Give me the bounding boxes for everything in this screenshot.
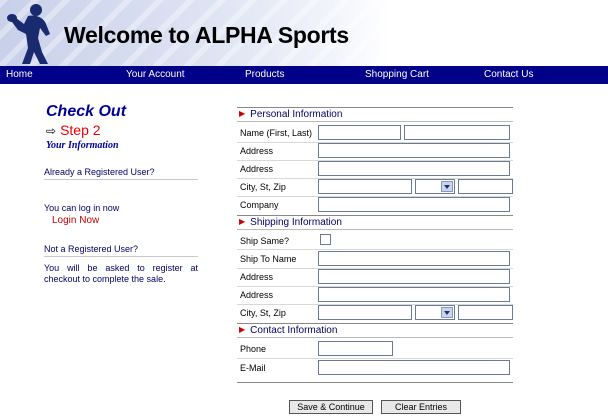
name-label: Name (First, Last)	[240, 128, 313, 138]
ship-city-label: City, St, Zip	[240, 308, 286, 318]
ship-same-label: Ship Same?	[240, 236, 290, 246]
address2-input[interactable]	[318, 161, 510, 176]
divider	[44, 179, 198, 180]
registered-question: Already a Registered User?	[44, 167, 155, 177]
triangle-right-icon: ▶	[239, 217, 246, 226]
section-rule	[237, 215, 513, 216]
ship-address2-label: Address	[240, 290, 274, 300]
site-title: Welcome to ALPHA Sports	[64, 22, 349, 48]
nav-your-account[interactable]: Your Account	[126, 69, 185, 80]
discus-thrower-logo-icon	[7, 4, 50, 65]
ship-address1-label: Address	[240, 272, 274, 282]
state-select[interactable]	[415, 179, 455, 194]
divider	[44, 256, 198, 257]
triangle-right-icon: ▶	[239, 325, 246, 334]
personal-info-heading: ▶ Personal Information	[239, 109, 342, 120]
header-banner: Welcome to ALPHA Sports	[0, 0, 608, 66]
register-note: You will be asked to register at checkou…	[44, 263, 198, 284]
shipping-info-heading: ▶ Shipping Information	[239, 217, 342, 228]
top-nav: Home Your Account Products Shopping Cart…	[0, 66, 608, 84]
step-label: Step 2	[60, 122, 101, 138]
section-rule	[237, 337, 513, 338]
row-divider	[237, 249, 513, 250]
phone-input[interactable]	[318, 341, 393, 356]
section-subtitle: Your Information	[46, 140, 119, 151]
ship-zip-input[interactable]	[458, 305, 513, 320]
chevron-down-icon	[441, 307, 453, 318]
chevron-down-icon	[441, 181, 453, 192]
last-name-input[interactable]	[404, 125, 510, 140]
personal-info-heading-text: Personal Information	[250, 109, 343, 120]
section-rule	[237, 107, 513, 108]
ship-state-select[interactable]	[415, 305, 455, 320]
company-label: Company	[240, 200, 279, 210]
clear-entries-button[interactable]: Clear Entries	[381, 400, 461, 414]
phone-label: Phone	[240, 344, 267, 354]
address2-label: Address	[240, 164, 274, 174]
row-divider	[237, 358, 513, 359]
zip-input[interactable]	[458, 179, 513, 194]
triangle-right-icon: ▶	[239, 109, 246, 118]
contact-info-heading-text: Contact Information	[250, 325, 338, 336]
nav-contact-us[interactable]: Contact Us	[484, 69, 533, 80]
nav-products[interactable]: Products	[245, 69, 284, 80]
save-continue-button[interactable]: Save & Continue	[289, 400, 373, 414]
ship-address1-input[interactable]	[318, 269, 510, 284]
ship-to-name-input[interactable]	[318, 251, 510, 266]
login-prompt: You can log in now	[44, 203, 120, 213]
ship-city-input[interactable]	[318, 305, 412, 320]
first-name-input[interactable]	[318, 125, 401, 140]
nav-home[interactable]: Home	[6, 69, 33, 80]
ship-address2-input[interactable]	[318, 287, 510, 302]
section-rule	[237, 323, 513, 324]
city-input[interactable]	[318, 179, 412, 194]
login-now-link[interactable]: Login Now	[52, 215, 99, 226]
email-input[interactable]	[318, 360, 510, 375]
nav-shopping-cart[interactable]: Shopping Cart	[365, 69, 429, 80]
ship-to-name-label: Ship To Name	[240, 254, 297, 264]
checkout-title: Check Out	[46, 103, 127, 120]
shipping-info-heading-text: Shipping Information	[250, 217, 342, 228]
not-registered-question: Not a Registered User?	[44, 244, 139, 254]
email-label: E-Mail	[240, 363, 266, 373]
company-input[interactable]	[318, 197, 510, 212]
city-label: City, St, Zip	[240, 182, 286, 192]
section-rule	[237, 229, 513, 230]
section-rule	[237, 121, 513, 122]
arrow-right-icon: ⇨	[46, 124, 57, 138]
contact-info-heading: ▶ Contact Information	[239, 325, 337, 336]
ship-same-checkbox[interactable]	[320, 234, 331, 245]
address1-label: Address	[240, 146, 274, 156]
step-indicator: ⇨ Step 2	[46, 122, 101, 138]
address1-input[interactable]	[318, 143, 510, 158]
section-rule	[237, 382, 513, 383]
